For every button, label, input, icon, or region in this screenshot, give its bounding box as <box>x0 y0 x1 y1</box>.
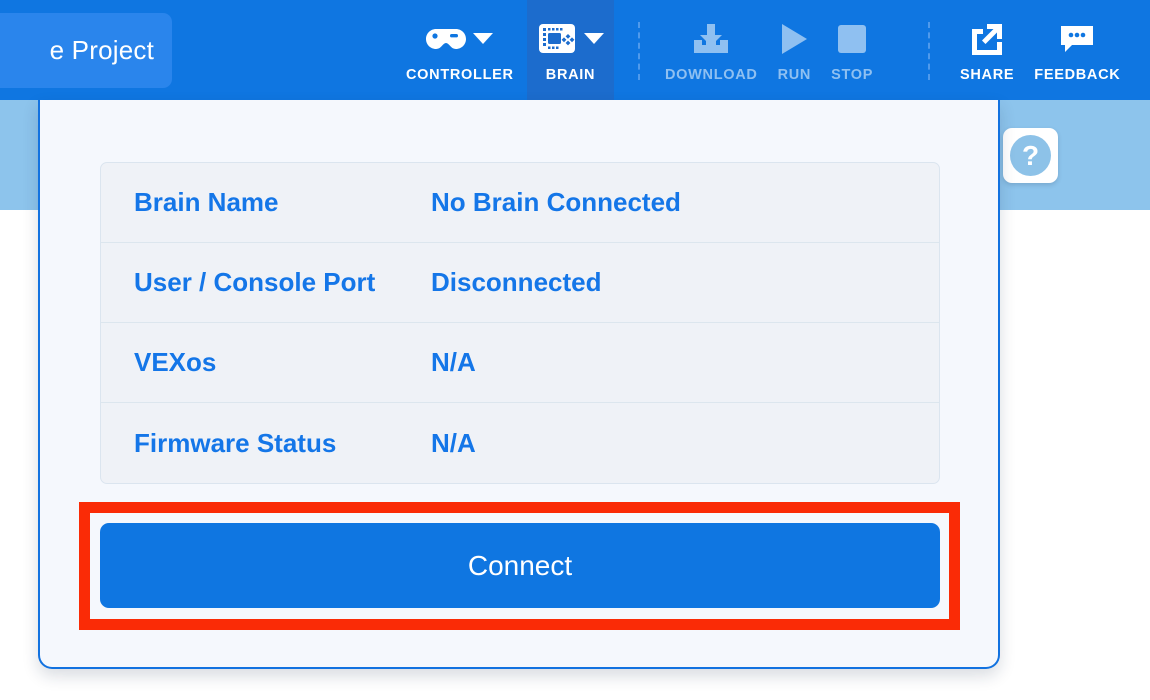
table-row: Firmware Status N/A <box>101 403 939 483</box>
brain-device-icon <box>537 22 577 55</box>
row-label: User / Console Port <box>134 267 376 297</box>
chevron-down-icon[interactable] <box>473 33 494 44</box>
project-tab[interactable]: e Project <box>0 13 172 88</box>
brain-connection-dialog: Brain Name No Brain Connected User / Con… <box>38 100 1000 669</box>
brain-info-table: Brain Name No Brain Connected User / Con… <box>100 162 940 484</box>
toolbar-item-brain[interactable]: BRAIN <box>527 0 614 100</box>
app-window: e Project CONTROLLER BRAIN DOWNLOAD RUN … <box>0 0 1150 700</box>
top-toolbar: e Project CONTROLLER BRAIN DOWNLOAD RUN … <box>0 0 1150 100</box>
toolbar-item-share[interactable]: SHARE <box>950 0 1024 100</box>
toolbar-item-stop[interactable]: STOP <box>821 0 883 100</box>
row-label: Firmware Status <box>134 427 337 458</box>
gamepad-icon <box>426 25 467 53</box>
table-row: VEXos N/A <box>101 323 939 403</box>
toolbar-item-controller-label: CONTROLLER <box>406 66 514 83</box>
toolbar-item-controller[interactable]: CONTROLLER <box>396 0 524 100</box>
toolbar-item-feedback-label: FEEDBACK <box>1034 66 1121 83</box>
play-icon <box>780 23 808 55</box>
connect-button[interactable]: Connect <box>100 523 940 608</box>
share-icon <box>970 23 1004 55</box>
toolbar-item-run-label: RUN <box>777 66 812 83</box>
help-button[interactable]: ? <box>1003 128 1058 183</box>
row-value: N/A <box>431 347 476 377</box>
toolbar-divider-2 <box>928 22 930 80</box>
toolbar-item-stop-label: STOP <box>831 66 874 83</box>
toolbar-item-download-label: DOWNLOAD <box>665 66 758 83</box>
toolbar-item-download[interactable]: DOWNLOAD <box>655 0 768 100</box>
stop-icon <box>837 24 867 54</box>
download-icon <box>692 23 730 54</box>
toolbar-item-share-label: SHARE <box>960 66 1015 83</box>
table-row: Brain Name No Brain Connected <box>101 163 939 243</box>
row-value: No Brain Connected <box>431 187 681 217</box>
row-label: VEXos <box>134 347 217 377</box>
row-value: Disconnected <box>431 267 602 297</box>
comment-icon <box>1059 24 1095 54</box>
table-row: User / Console Port Disconnected <box>101 243 939 323</box>
row-value: N/A <box>431 427 476 458</box>
row-label: Brain Name <box>134 187 279 217</box>
toolbar-divider <box>638 22 640 80</box>
question-mark-icon: ? <box>1010 135 1051 176</box>
project-tab-label: e Project <box>49 35 154 65</box>
toolbar-item-run[interactable]: RUN <box>768 0 822 100</box>
toolbar-item-brain-label: BRAIN <box>545 66 596 83</box>
chevron-down-icon[interactable] <box>584 33 604 44</box>
toolbar-item-feedback[interactable]: FEEDBACK <box>1024 0 1130 100</box>
